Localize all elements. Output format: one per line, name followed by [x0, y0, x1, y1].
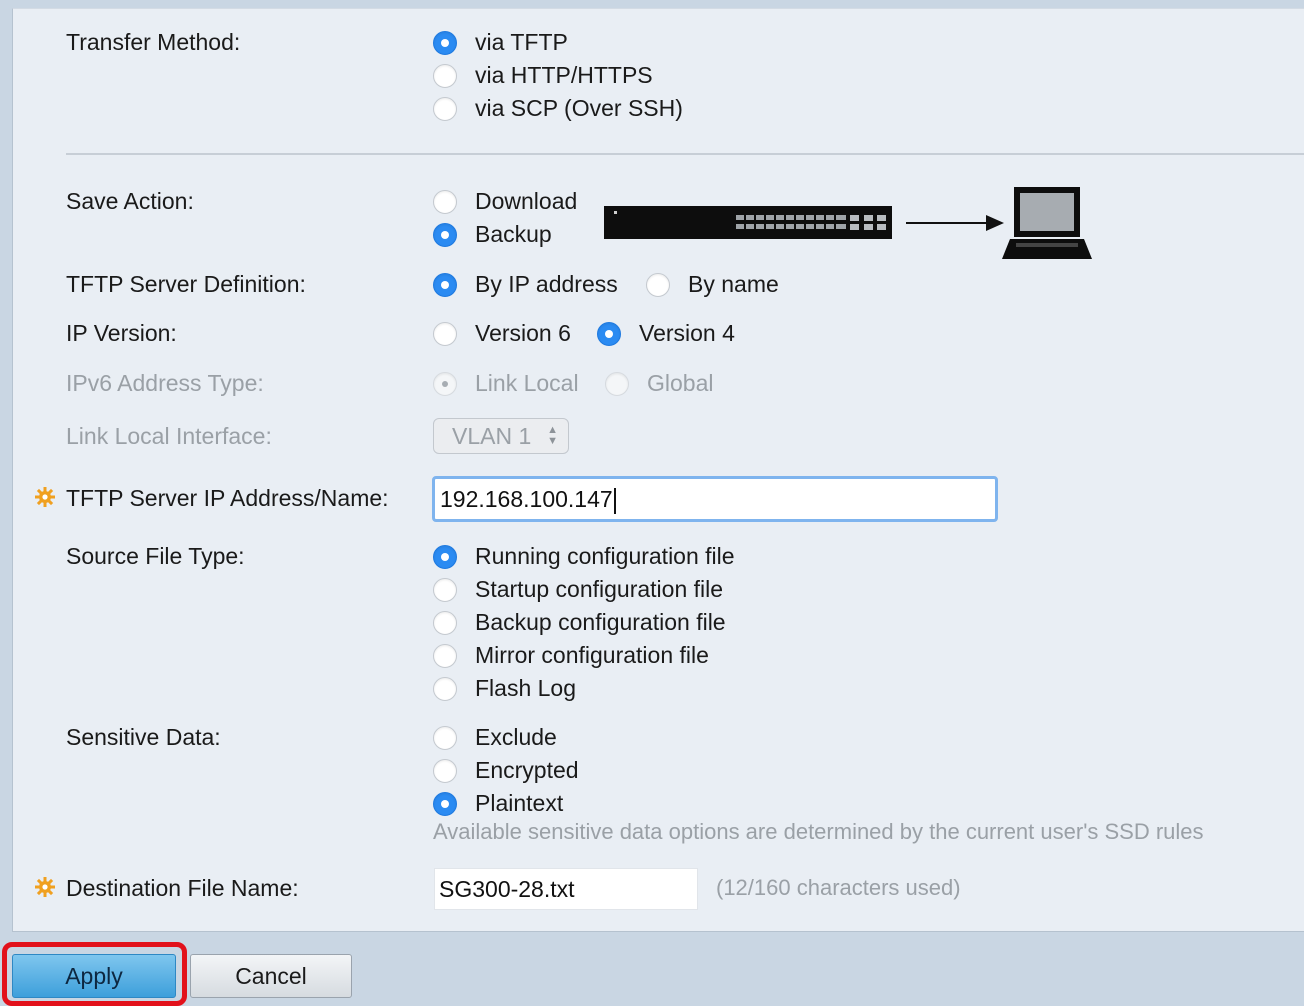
- option-by-ip-address[interactable]: By IP address: [475, 270, 618, 298]
- ipv6-address-type-label: IPv6 Address Type:: [66, 370, 264, 396]
- radio-via-http-https[interactable]: [433, 64, 457, 88]
- destination-file-name-label: Destination File Name:: [66, 875, 299, 901]
- destination-file-name-input[interactable]: SG300-28.txt: [434, 868, 698, 910]
- option-plaintext[interactable]: Plaintext: [475, 789, 563, 817]
- laptop-icon: [1002, 187, 1092, 259]
- form-panel: [12, 8, 1304, 932]
- transfer-method-label: Transfer Method:: [66, 29, 241, 55]
- radio-plaintext[interactable]: [433, 792, 457, 816]
- required-gear-icon: [35, 877, 55, 897]
- apply-button-highlight: [2, 942, 187, 1006]
- link-local-interface-value: VLAN 1: [452, 423, 532, 449]
- option-via-http-https[interactable]: via HTTP/HTTPS: [475, 61, 653, 89]
- character-count: (12/160 characters used): [716, 875, 961, 900]
- radio-by-ip-address[interactable]: [433, 273, 457, 297]
- option-flash-log[interactable]: Flash Log: [475, 674, 576, 702]
- radio-encrypted[interactable]: [433, 759, 457, 783]
- option-via-tftp[interactable]: via TFTP: [475, 28, 568, 56]
- switch-icon: [604, 206, 892, 239]
- tftp-server-ip-label: TFTP Server IP Address/Name:: [66, 485, 389, 511]
- ip-version-label: IP Version:: [66, 320, 177, 346]
- radio-mirror-config[interactable]: [433, 644, 457, 668]
- option-mirror-config[interactable]: Mirror configuration file: [475, 641, 709, 669]
- required-gear-icon: [35, 487, 55, 507]
- radio-version-4[interactable]: [597, 322, 621, 346]
- radio-via-scp[interactable]: [433, 97, 457, 121]
- option-download[interactable]: Download: [475, 187, 577, 215]
- radio-link-local: [433, 372, 457, 396]
- option-link-local: Link Local: [475, 370, 579, 396]
- radio-by-name[interactable]: [646, 273, 670, 297]
- radio-exclude[interactable]: [433, 726, 457, 750]
- radio-global: [605, 372, 629, 396]
- option-version-6[interactable]: Version 6: [475, 319, 571, 347]
- radio-download[interactable]: [433, 190, 457, 214]
- tftp-server-ip-input[interactable]: 192.168.100.147: [432, 476, 998, 522]
- option-startup-config[interactable]: Startup configuration file: [475, 575, 723, 603]
- option-global: Global: [647, 370, 714, 396]
- radio-flash-log[interactable]: [433, 677, 457, 701]
- text-caret: [613, 487, 616, 514]
- option-version-4[interactable]: Version 4: [639, 319, 735, 347]
- radio-running-config[interactable]: [433, 545, 457, 569]
- option-encrypted[interactable]: Encrypted: [475, 756, 579, 784]
- tftp-server-ip-value: 192.168.100.147: [440, 486, 613, 512]
- option-backup[interactable]: Backup: [475, 220, 552, 248]
- source-file-type-label: Source File Type:: [66, 543, 245, 569]
- option-exclude[interactable]: Exclude: [475, 723, 557, 751]
- sensitive-data-note: Available sensitive data options are det…: [433, 819, 1204, 844]
- tftp-server-definition-label: TFTP Server Definition:: [66, 271, 306, 297]
- radio-backup-config[interactable]: [433, 611, 457, 635]
- select-arrows-icon: ▲ ▼: [547, 424, 558, 447]
- arrow-right-icon: [906, 215, 1004, 231]
- link-local-interface-select: VLAN 1 ▲ ▼: [433, 418, 569, 454]
- option-by-name[interactable]: By name: [688, 270, 779, 298]
- radio-via-tftp[interactable]: [433, 31, 457, 55]
- option-running-config[interactable]: Running configuration file: [475, 542, 735, 570]
- cancel-button[interactable]: Cancel: [190, 954, 352, 998]
- sensitive-data-label: Sensitive Data:: [66, 724, 221, 750]
- option-backup-config[interactable]: Backup configuration file: [475, 608, 726, 636]
- section-divider: [66, 153, 1304, 155]
- radio-backup[interactable]: [433, 223, 457, 247]
- option-via-scp[interactable]: via SCP (Over SSH): [475, 94, 683, 122]
- radio-startup-config[interactable]: [433, 578, 457, 602]
- radio-version-6[interactable]: [433, 322, 457, 346]
- link-local-interface-label: Link Local Interface:: [66, 423, 272, 449]
- save-action-label: Save Action:: [66, 188, 194, 214]
